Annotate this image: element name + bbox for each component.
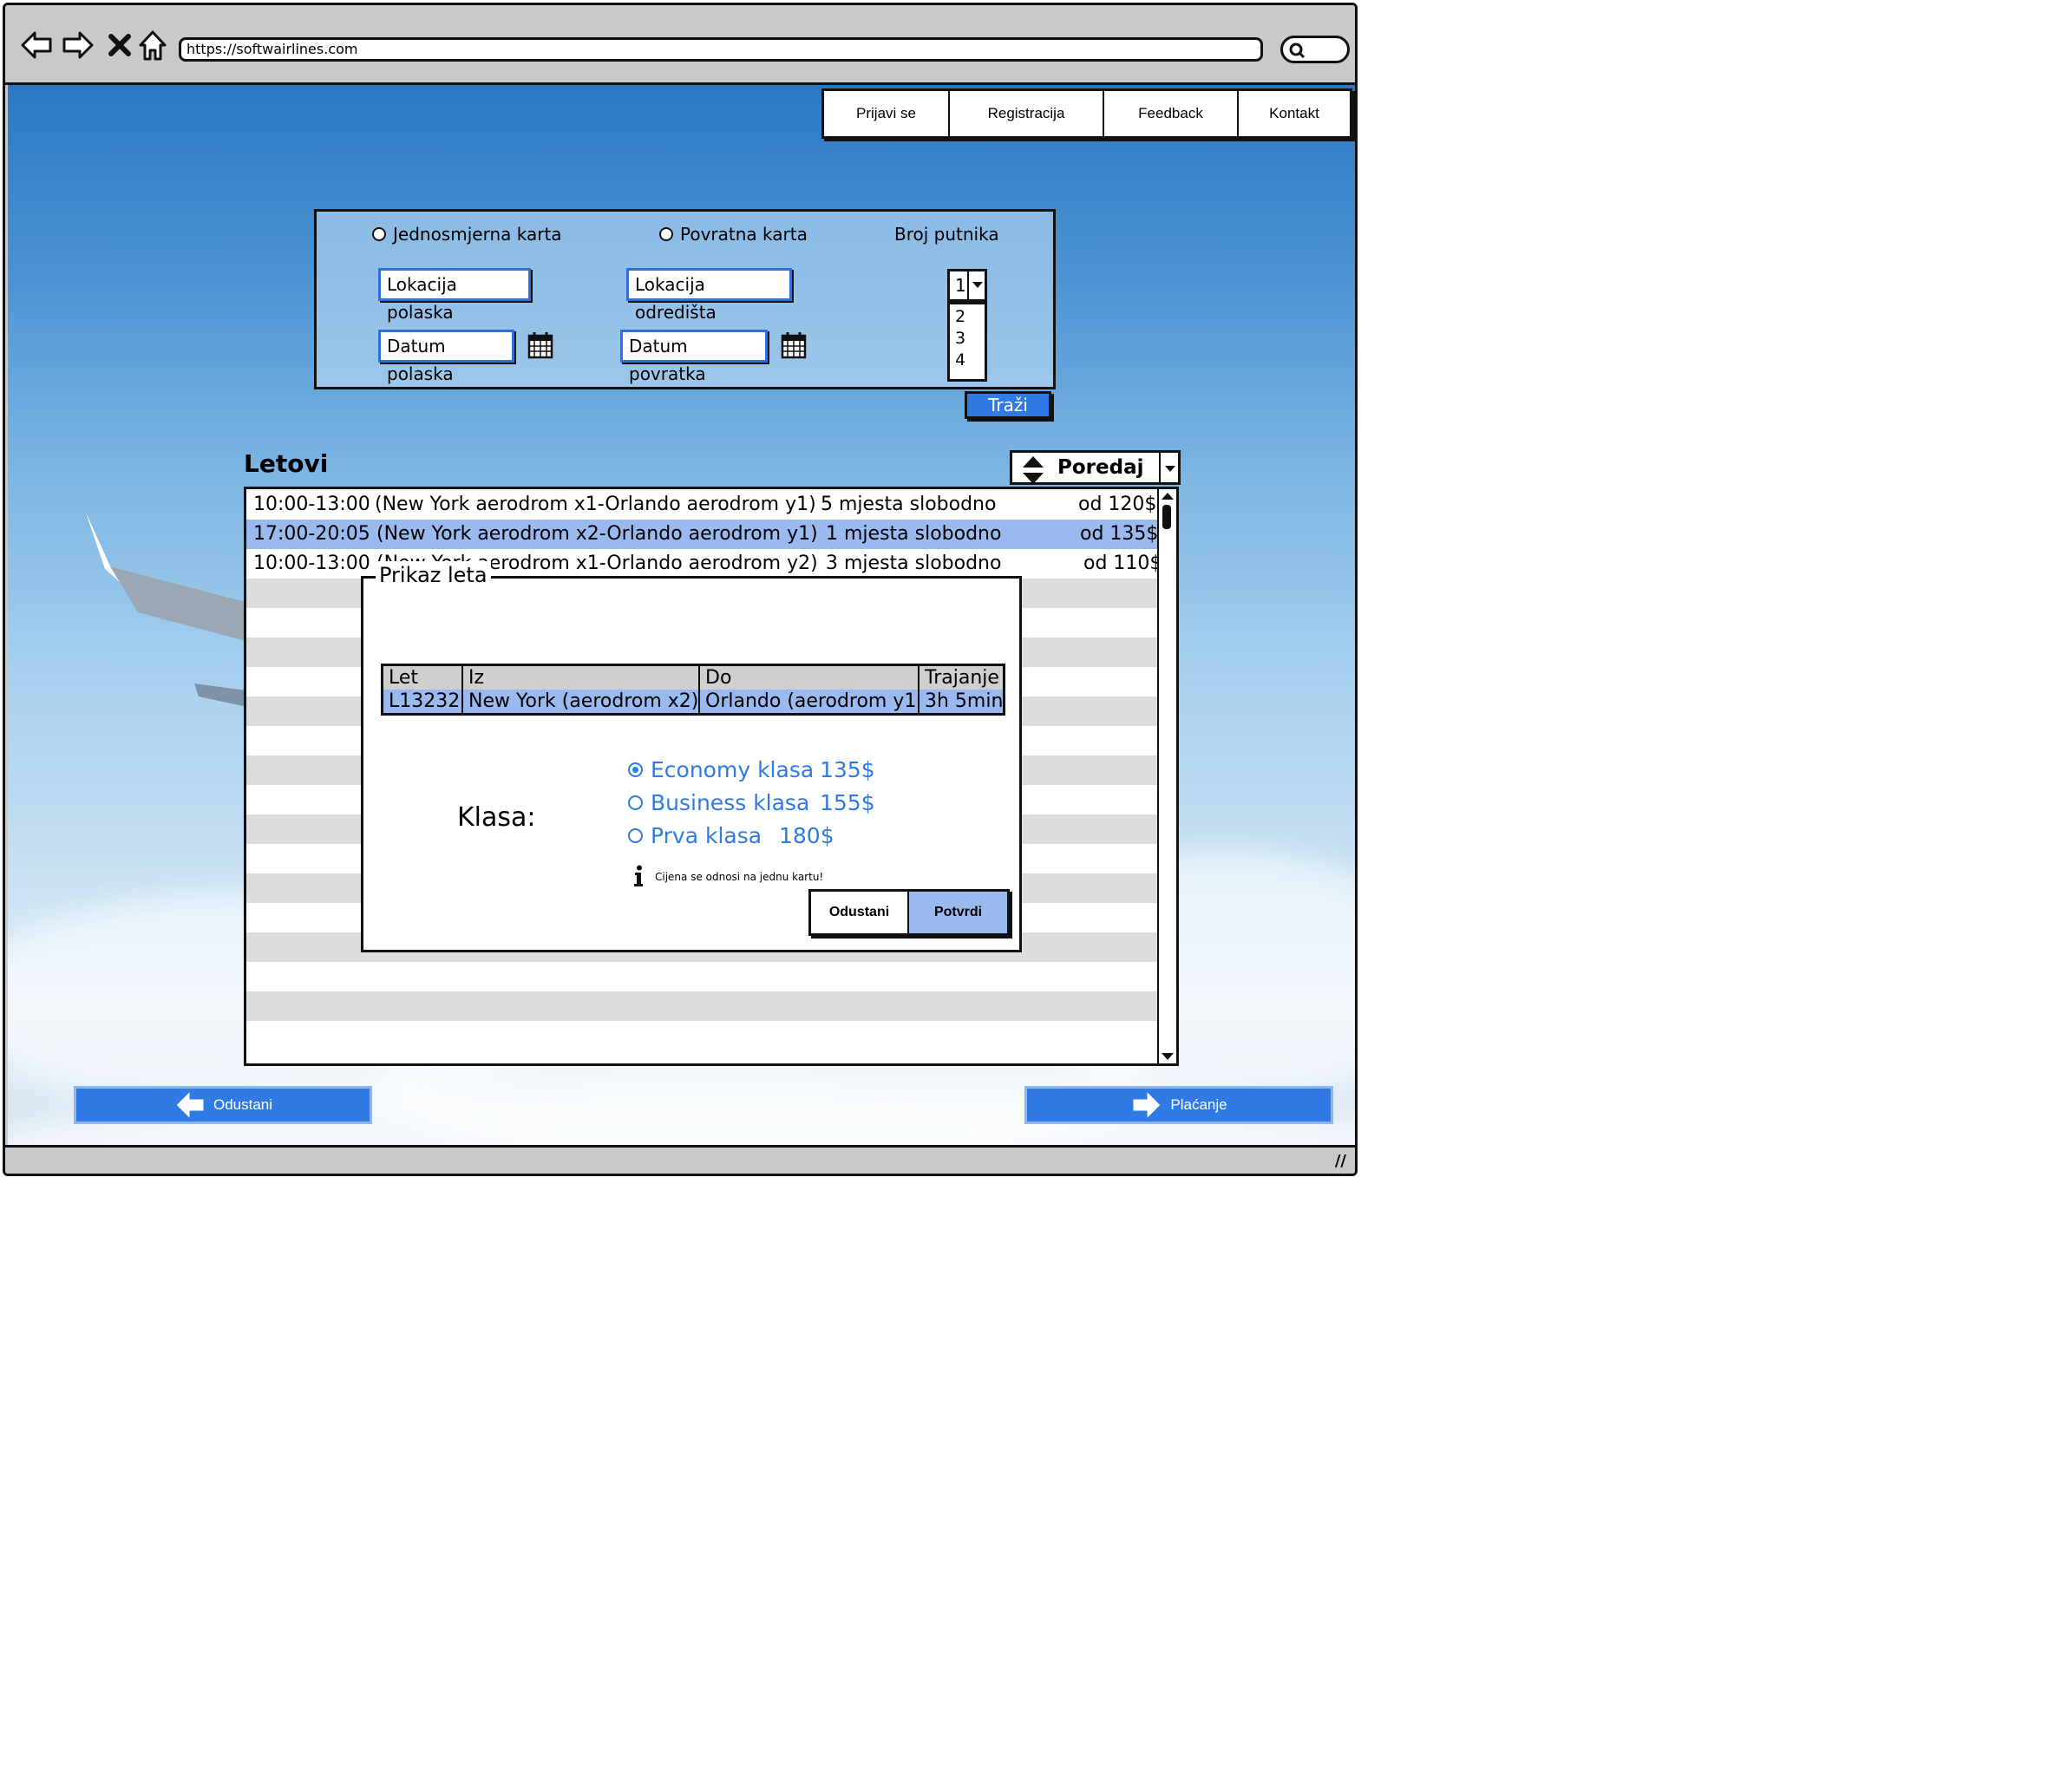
nav-login[interactable]: Prijavi se — [824, 91, 950, 136]
passengers-options-list: 2 3 4 — [947, 302, 987, 382]
flight-price: od 110$ — [1083, 553, 1162, 574]
next-button[interactable]: Plaćanje — [1027, 1089, 1331, 1122]
flight-seats: 3 mjesta slobodno — [826, 553, 1002, 574]
departure-location-input[interactable]: Lokacija polaska — [378, 268, 531, 323]
radio-button-selected[interactable] — [628, 762, 643, 777]
destination-location-input[interactable]: Lokacija odredišta — [626, 268, 792, 323]
sort-icon — [1023, 456, 1044, 484]
flight-price: od 120$ — [1078, 494, 1157, 515]
back-arrow-icon — [175, 1090, 205, 1120]
passenger-option[interactable]: 2 — [955, 306, 979, 328]
table-cell: 3h 5min — [925, 690, 1003, 712]
radio-button[interactable] — [659, 227, 673, 241]
class-option-first[interactable]: Prva klasa 180$ — [628, 823, 834, 848]
flights-title: Letovi — [244, 449, 329, 478]
info-icon — [634, 865, 643, 886]
browser-window: https://softwairlines.com Prijavi se Reg… — [3, 3, 1358, 1176]
table-cell: L13232 — [383, 690, 463, 713]
flight-seats: 5 mjesta slobodno — [821, 494, 997, 515]
calendar-icon[interactable] — [527, 331, 553, 359]
scroll-thumb[interactable] — [1162, 505, 1171, 529]
forward-arrow-icon — [1132, 1090, 1162, 1120]
browser-toolbar: https://softwairlines.com — [5, 5, 1355, 85]
search-icon — [1289, 43, 1306, 59]
top-nav: Prijavi se Registracija Feedback Kontakt — [821, 88, 1352, 139]
sort-dropdown[interactable]: Poredaj po — [1010, 450, 1181, 508]
dialog-button-group: Odustani Potvrdi — [808, 889, 1010, 936]
browser-status-bar: // — [5, 1145, 1355, 1174]
radio-button[interactable] — [628, 828, 643, 843]
radio-button[interactable] — [372, 227, 386, 241]
back-button[interactable]: Odustani — [76, 1089, 370, 1122]
flight-row[interactable]: 10:00-13:00 (New York aerodrom x1-Orland… — [246, 490, 1158, 520]
return-radio[interactable]: Povratna karta — [659, 224, 808, 245]
nav-register[interactable]: Registracija — [950, 91, 1104, 136]
table-header: Do — [700, 666, 919, 690]
table-row: L13232 New York (aerodrom x2) Orlando (a… — [383, 690, 1003, 713]
class-option-label: Prva klasa — [651, 823, 762, 848]
return-date-input[interactable]: Datum povratka — [620, 330, 768, 384]
url-bar[interactable]: https://softwairlines.com — [179, 37, 1263, 62]
passengers-selected-value: 1 — [955, 275, 966, 296]
airplane-wing-image — [86, 513, 259, 710]
dialog-title: Prikaz leta — [376, 561, 491, 589]
class-option-price: 180$ — [779, 823, 834, 848]
empty-row — [246, 991, 1158, 1021]
class-option-price: 135$ — [820, 757, 875, 782]
class-option-label: Business klasa — [651, 790, 810, 815]
class-option-label: Economy klasa — [651, 757, 815, 782]
dialog-confirm-button[interactable]: Potvrdi — [909, 892, 1007, 933]
table-header-row: Let Iz Do Trajanje — [383, 666, 1003, 690]
chevron-down-icon[interactable] — [967, 271, 985, 299]
flight-detail-dialog: Prikaz leta Let Iz Do Trajanje L13232 Ne… — [361, 561, 1022, 952]
scroll-down-icon[interactable] — [1162, 1053, 1174, 1060]
flight-list-scrollbar[interactable] — [1157, 489, 1176, 1063]
back-button-label: Odustani — [213, 1096, 273, 1113]
flight-detail-table: Let Iz Do Trajanje L13232 New York (aero… — [381, 664, 1005, 716]
flight-time: 10:00-13:00 — [253, 494, 370, 515]
page-content: Prijavi se Registracija Feedback Kontakt… — [8, 85, 1355, 1150]
table-header: Let — [383, 666, 463, 690]
flight-search-panel: Jednosmjerna karta Povratna karta Broj p… — [314, 209, 1056, 389]
class-option-price: 155$ — [820, 790, 875, 815]
dialog-cancel-button[interactable]: Odustani — [811, 892, 909, 933]
table-cell: Orlando (aerodrom y1) — [700, 690, 919, 713]
chevron-down-icon[interactable] — [1159, 453, 1178, 482]
one-way-label: Jednosmjerna karta — [393, 224, 562, 245]
nav-feedback[interactable]: Feedback — [1104, 91, 1239, 136]
table-header: Trajanje — [925, 667, 999, 689]
table-header: Iz — [463, 666, 700, 690]
passengers-label: Broj putnika — [894, 224, 999, 245]
return-label: Povratna karta — [680, 224, 808, 245]
passenger-option[interactable]: 3 — [955, 328, 979, 350]
flight-time: 10:00-13:00 — [253, 553, 370, 574]
passengers-select[interactable]: 1 — [947, 269, 987, 302]
radio-button[interactable] — [628, 795, 643, 810]
departure-date-input[interactable]: Datum polaska — [378, 330, 514, 384]
calendar-icon[interactable] — [781, 331, 807, 359]
class-option-business[interactable]: Business klasa 155$ — [628, 790, 875, 815]
resize-grip-icon[interactable]: // — [1335, 1152, 1346, 1170]
flight-row-selected[interactable]: 17:00-20:05 (New York aerodrom x2-Orland… — [246, 520, 1158, 549]
flight-time: 17:00-20:05 — [253, 523, 370, 545]
nav-contact[interactable]: Kontakt — [1239, 91, 1350, 136]
flight-price: od 135$ — [1080, 523, 1159, 545]
browser-search-box[interactable] — [1280, 36, 1350, 63]
next-button-label: Plaćanje — [1170, 1096, 1227, 1113]
home-icon[interactable] — [135, 28, 170, 62]
class-option-economy[interactable]: Economy klasa 135$ — [628, 757, 875, 782]
back-arrow-icon[interactable] — [19, 28, 54, 62]
price-info-text: Cijena se odnosi na jednu kartu! — [655, 871, 824, 883]
passenger-option[interactable]: 4 — [955, 350, 979, 371]
flight-route: (New York aerodrom x1-Orlando aerodrom y… — [375, 494, 816, 515]
flight-route: (New York aerodrom x2-Orlando aerodrom y… — [376, 523, 818, 545]
flight-seats: 1 mjesta slobodno — [826, 523, 1002, 545]
table-cell: New York (aerodrom x2) — [463, 690, 700, 713]
search-button[interactable]: Traži — [965, 391, 1051, 419]
scroll-up-icon[interactable] — [1162, 493, 1174, 500]
class-label: Klasa: — [457, 802, 536, 833]
one-way-radio[interactable]: Jednosmjerna karta — [372, 224, 562, 245]
close-icon[interactable] — [102, 28, 137, 62]
forward-arrow-icon[interactable] — [61, 28, 95, 62]
